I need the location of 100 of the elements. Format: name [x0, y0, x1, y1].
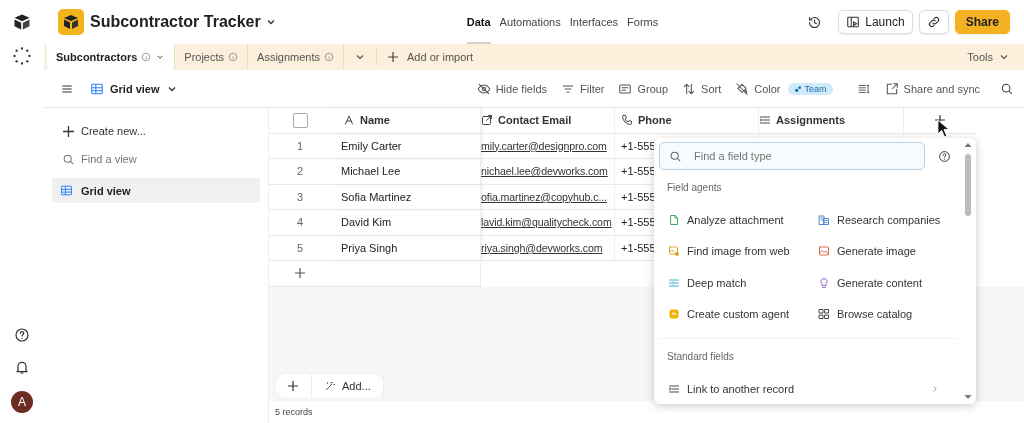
- info-icon: [141, 52, 152, 62]
- add-or-import-button[interactable]: Add or import: [387, 51, 474, 63]
- bell-icon[interactable]: [14, 359, 30, 375]
- column-header[interactable]: Phone: [615, 108, 759, 134]
- field-type-option[interactable]: Analyze attachment: [668, 204, 818, 236]
- toolbar-button[interactable]: Sort: [682, 81, 722, 96]
- base-title[interactable]: Subcontractor Tracker: [90, 13, 261, 31]
- match-lines-icon: [668, 276, 680, 289]
- help-icon[interactable]: [938, 149, 951, 163]
- info-icon: [324, 52, 335, 62]
- record-count: 5 records: [275, 407, 313, 417]
- plus-icon: [387, 51, 400, 63]
- row-number: 2: [296, 165, 304, 178]
- list-box-icon: [618, 81, 633, 96]
- share-and-sync-button[interactable]: Share and sync: [884, 81, 980, 96]
- external-link-icon: [884, 81, 899, 96]
- find-field-type-field[interactable]: Find a field type: [659, 142, 925, 170]
- info-icon: [228, 52, 239, 62]
- view-item[interactable]: Grid view: [52, 178, 260, 203]
- linked-list-icon: [759, 114, 771, 127]
- document-icon: [668, 213, 680, 226]
- create-new-button[interactable]: Create new...: [52, 120, 260, 142]
- tools-menu[interactable]: Tools: [967, 51, 1010, 63]
- plus-icon: [62, 124, 75, 138]
- text-field-icon: [343, 114, 355, 127]
- column-header[interactable]: Name: [331, 108, 481, 134]
- email-link[interactable]: mily.carter@designpro.com: [481, 139, 607, 152]
- logo-icon[interactable]: [12, 12, 32, 32]
- table-cell: David Kim: [341, 216, 392, 229]
- table-cell: Emily Carter: [341, 139, 402, 152]
- grid-view-icon: [90, 81, 104, 96]
- field-type-option[interactable]: Link to another record: [668, 373, 940, 404]
- table-cell: +1-555: [621, 139, 656, 152]
- team-badge: Team: [787, 82, 833, 95]
- sort-icon: [682, 81, 697, 96]
- hidden-eye-icon: [476, 81, 491, 96]
- search-icon[interactable]: [1000, 81, 1014, 96]
- email-link[interactable]: riya.singh@devworks.com: [481, 241, 603, 254]
- search-icon: [669, 149, 682, 163]
- table-cell: Sofia Martinez: [341, 190, 412, 203]
- toolbar-button[interactable]: Filter: [561, 81, 605, 96]
- table-cell: Priya Singh: [341, 241, 398, 254]
- row-number: 3: [296, 190, 304, 203]
- column-header[interactable]: Assignments: [759, 108, 904, 134]
- loading-icon: [12, 46, 32, 66]
- launch-button[interactable]: Launch: [838, 10, 913, 34]
- history-icon[interactable]: [807, 14, 823, 30]
- people-icon: [793, 84, 802, 93]
- find-view-field[interactable]: Find a view: [81, 153, 231, 165]
- image-icon: [818, 245, 830, 258]
- table-tab[interactable]: Assignments: [248, 44, 345, 70]
- launch-icon: [846, 15, 861, 29]
- section-heading: Field agents: [666, 181, 723, 195]
- user-avatar[interactable]: A: [11, 391, 33, 413]
- copy-link-button[interactable]: [918, 10, 949, 34]
- add-row-icon[interactable]: [294, 267, 306, 280]
- email-link[interactable]: nichael.lee@devworks.com: [481, 165, 608, 178]
- table-cell: Michael Lee: [341, 165, 401, 178]
- view-switcher[interactable]: Grid view: [90, 81, 178, 96]
- external-link-icon: [481, 114, 493, 127]
- nav-tab[interactable]: Interfaces: [569, 0, 619, 44]
- magic-wand-icon: [324, 380, 336, 392]
- row-number: 5: [296, 241, 304, 254]
- row-number: 1: [296, 139, 304, 152]
- field-type-option[interactable]: Browse catalog: [818, 298, 968, 330]
- table-tab[interactable]: Subcontractors: [46, 44, 176, 70]
- field-type-option[interactable]: Generate image: [818, 235, 968, 267]
- link-icon: [926, 15, 941, 29]
- toolbar-button[interactable]: Color Team: [735, 81, 833, 96]
- share-button[interactable]: Share: [954, 10, 1010, 34]
- section-heading: Standard fields: [666, 350, 735, 364]
- field-type-option[interactable]: Create custom agent: [668, 298, 818, 330]
- column-header[interactable]: Contact Email: [481, 108, 615, 134]
- toolbar-button[interactable]: Hide fields: [476, 81, 548, 96]
- select-all-checkbox[interactable]: [292, 112, 308, 128]
- buildings-icon: [818, 213, 830, 226]
- field-type-option[interactable]: Deep match: [668, 267, 818, 299]
- field-type-option[interactable]: Find image from web: [668, 235, 818, 267]
- lightbulb-icon: [818, 276, 830, 289]
- email-link[interactable]: ofia.martinez@copyhub.c...: [481, 190, 607, 203]
- row-height-icon[interactable]: [856, 81, 871, 96]
- row-number: 4: [296, 216, 304, 229]
- paint-bucket-icon: [735, 81, 750, 96]
- help-icon[interactable]: [14, 327, 30, 343]
- toolbar-button[interactable]: Group: [618, 81, 669, 96]
- image-search-icon: [668, 245, 680, 258]
- grid-view-icon: [60, 184, 73, 197]
- field-type-option[interactable]: Generate content: [818, 267, 968, 299]
- field-type-option[interactable]: Research companies: [818, 204, 968, 236]
- grid-icon: [818, 308, 830, 321]
- plus-icon: [287, 380, 299, 392]
- agent-icon: [668, 308, 680, 321]
- linked-list-icon: [668, 382, 680, 395]
- app-logo: [58, 9, 84, 35]
- nav-tab[interactable]: Automations: [499, 0, 561, 44]
- search-icon: [62, 152, 75, 166]
- nav-tab[interactable]: Forms: [627, 0, 659, 44]
- table-tab[interactable]: Projects: [175, 44, 249, 70]
- email-link[interactable]: lavid.kim@qualitycheck.com: [481, 216, 612, 229]
- phone-icon: [621, 114, 633, 127]
